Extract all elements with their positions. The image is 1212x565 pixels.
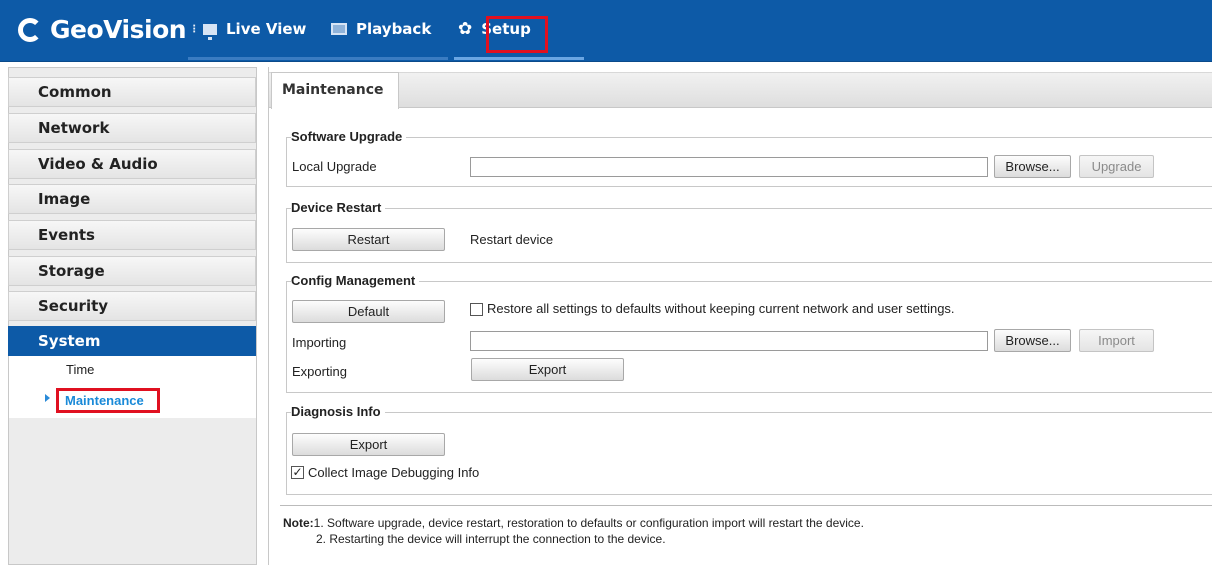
- sidebar-item-video-audio[interactable]: Video & Audio: [8, 149, 256, 179]
- monitor-icon: [203, 23, 217, 40]
- sidebar-subitem-time[interactable]: Time: [66, 362, 94, 377]
- restart-button[interactable]: Restart: [292, 228, 445, 251]
- exporting-label: Exporting: [292, 364, 347, 379]
- local-upgrade-file-input[interactable]: [470, 157, 988, 177]
- logo-c-icon: [18, 17, 42, 42]
- tab-strip: [269, 72, 1212, 108]
- note-divider: [280, 505, 1212, 506]
- gear-icon: ✿: [458, 18, 473, 39]
- section-border: [286, 494, 1212, 495]
- import-button[interactable]: Import: [1079, 329, 1154, 352]
- section-title-device-restart: Device Restart: [291, 200, 386, 215]
- top-header: GeoVision ⋮ Live View Playback ✿ Setup: [0, 0, 1212, 62]
- section-border: [286, 137, 287, 187]
- note-line-1: Note:1. Software upgrade, device restart…: [283, 516, 864, 530]
- section-title-diagnosis-info: Diagnosis Info: [291, 404, 385, 419]
- collect-debug-checkbox[interactable]: ✓: [291, 466, 304, 479]
- section-border: [286, 392, 1212, 393]
- logo-text: GeoVision: [50, 15, 187, 44]
- diagnosis-export-button[interactable]: Export: [292, 433, 445, 456]
- setup-highlight-box: [486, 16, 548, 53]
- nav-live-view[interactable]: Live View: [203, 0, 306, 58]
- section-border: [286, 208, 1212, 209]
- section-border: [286, 262, 1212, 263]
- import-browse-button[interactable]: Browse...: [994, 329, 1071, 352]
- maintenance-highlight-box: [56, 388, 160, 413]
- note-text-1: 1. Software upgrade, device restart, res…: [313, 516, 864, 530]
- nav-playback[interactable]: Playback: [331, 0, 431, 58]
- section-border: [286, 281, 287, 393]
- nav-active-underline: [454, 57, 584, 60]
- logo-dots-icon: ⋮: [189, 24, 199, 35]
- caret-right-icon: [45, 394, 50, 402]
- section-border: [286, 137, 1212, 138]
- section-title-config-management: Config Management: [291, 273, 420, 288]
- collect-debug-label: Collect Image Debugging Info: [308, 465, 480, 480]
- local-upgrade-label: Local Upgrade: [292, 159, 377, 174]
- sidebar-item-system[interactable]: System: [8, 326, 256, 356]
- import-file-input[interactable]: [470, 331, 988, 351]
- section-border: [286, 208, 287, 263]
- restart-description: Restart device: [470, 232, 554, 247]
- restore-defaults-checkbox[interactable]: [470, 303, 483, 316]
- sidebar-item-events[interactable]: Events: [8, 220, 256, 250]
- section-border: [286, 412, 287, 495]
- importing-label: Importing: [292, 335, 347, 350]
- sidebar-item-security[interactable]: Security: [8, 291, 256, 321]
- sidebar-item-common[interactable]: Common: [8, 77, 256, 107]
- nav-underline: [188, 57, 448, 60]
- tab-maintenance[interactable]: Maintenance: [271, 72, 399, 109]
- section-title-software-upgrade: Software Upgrade: [291, 129, 407, 144]
- section-border: [286, 186, 1212, 187]
- note-line-2: 2. Restarting the device will interrupt …: [316, 532, 666, 546]
- config-export-button[interactable]: Export: [471, 358, 624, 381]
- playback-icon: [331, 23, 347, 35]
- upgrade-browse-button[interactable]: Browse...: [994, 155, 1071, 178]
- geovision-logo: GeoVision ⋮: [18, 15, 199, 44]
- sidebar-item-storage[interactable]: Storage: [8, 256, 256, 286]
- section-border: [286, 412, 1212, 413]
- default-button[interactable]: Default: [292, 300, 445, 323]
- nav-playback-label: Playback: [356, 20, 432, 38]
- restore-defaults-label: Restore all settings to defaults without…: [487, 301, 955, 316]
- note-prefix: Note:: [283, 516, 314, 530]
- sidebar-item-network[interactable]: Network: [8, 113, 256, 143]
- sidebar-item-image[interactable]: Image: [8, 184, 256, 214]
- upgrade-button[interactable]: Upgrade: [1079, 155, 1154, 178]
- nav-live-view-label: Live View: [226, 20, 307, 38]
- section-border: [286, 281, 1212, 282]
